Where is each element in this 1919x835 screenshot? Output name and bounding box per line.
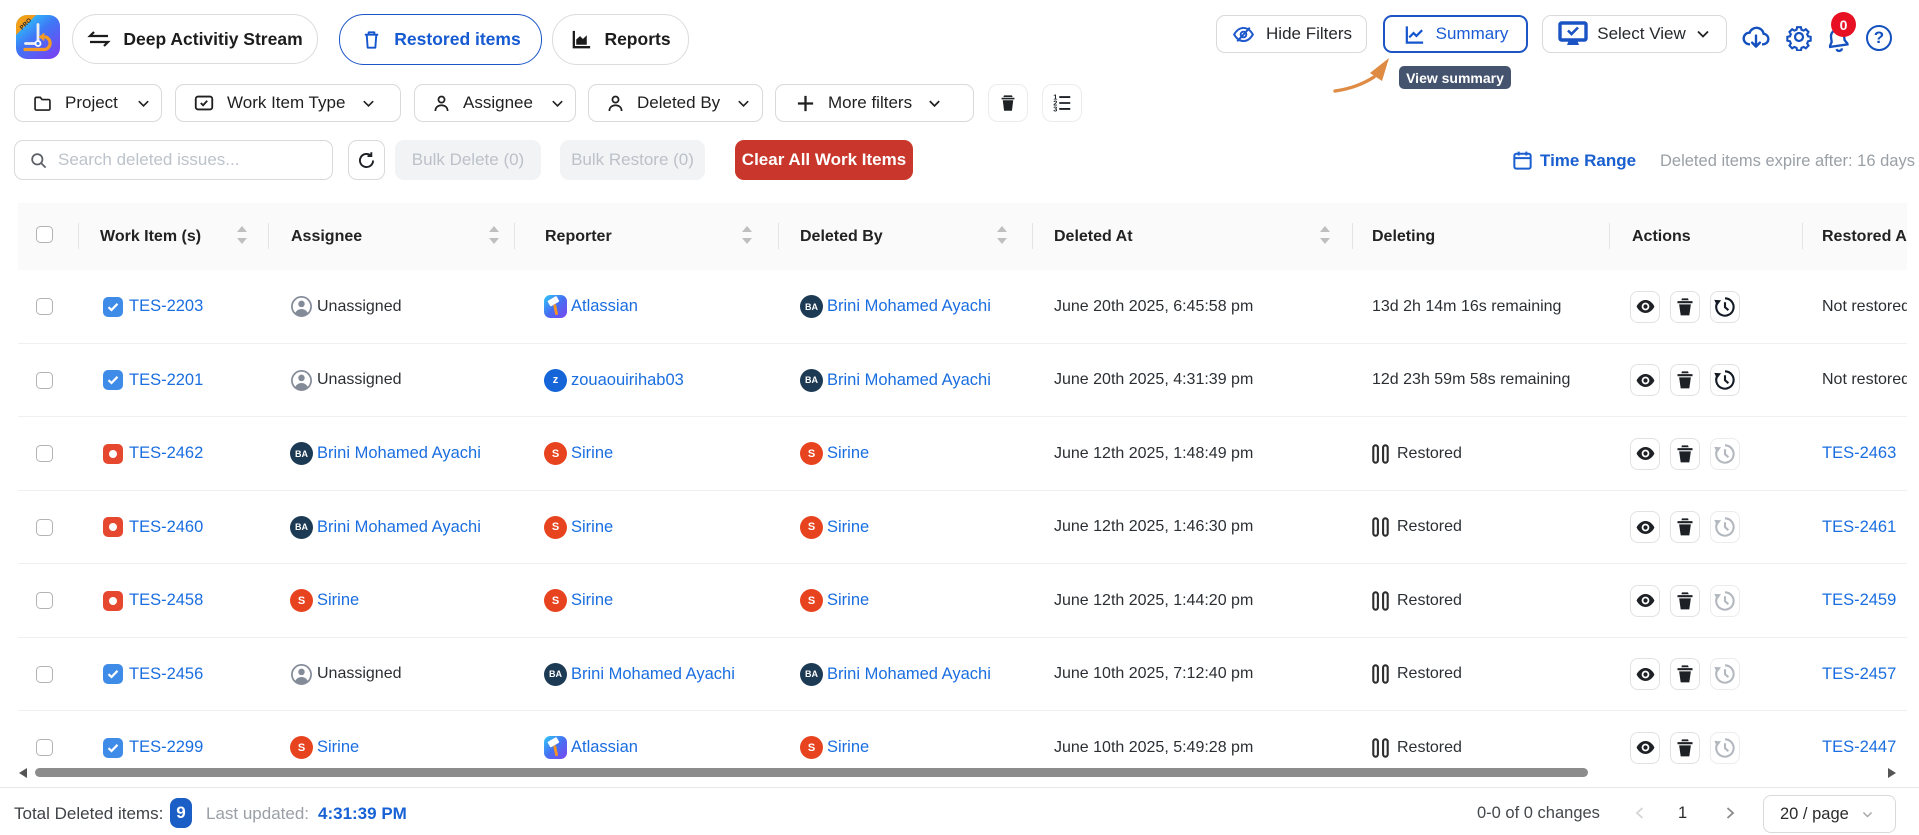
- svg-text:3: 3: [1053, 105, 1057, 114]
